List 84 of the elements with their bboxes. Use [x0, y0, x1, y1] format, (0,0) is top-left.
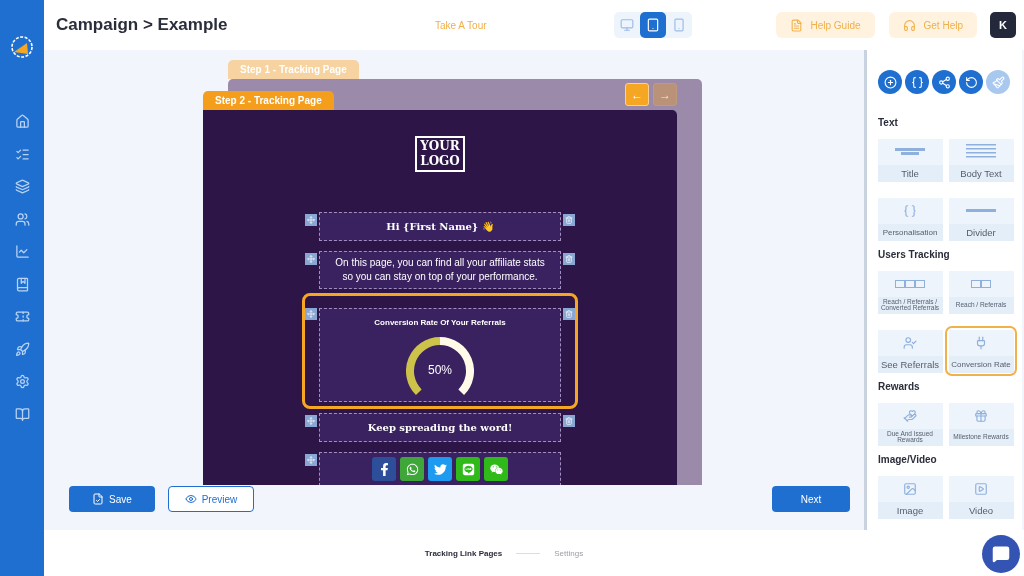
breadcrumb: Campaign > Example	[56, 15, 229, 35]
rocket-icon[interactable]	[14, 341, 30, 357]
home-icon[interactable]	[14, 114, 30, 129]
logo: YOUR LOGO	[415, 136, 465, 172]
widget-tile[interactable]: Conversion Rate	[945, 326, 1017, 376]
divider-icon	[966, 209, 996, 212]
list-icon[interactable]	[14, 146, 30, 162]
share-button[interactable]	[932, 70, 956, 94]
chat-icon	[992, 545, 1010, 563]
headset-icon	[902, 18, 916, 32]
move-icon	[307, 310, 315, 318]
progress-step: Tracking Link Pages	[424, 548, 503, 558]
cards-icon	[895, 279, 925, 288]
delete-handle[interactable]	[563, 308, 575, 320]
move-icon	[307, 255, 315, 263]
plug-icon	[974, 335, 988, 350]
file-check-icon	[92, 493, 105, 506]
move-handle[interactable]	[305, 454, 317, 466]
trash-icon	[565, 255, 573, 263]
facebook-icon[interactable]	[372, 457, 396, 481]
delete-handle[interactable]	[563, 415, 575, 427]
move-icon	[307, 216, 315, 224]
brush-icon	[991, 75, 1005, 89]
move-handle[interactable]	[305, 415, 317, 427]
preview-button[interactable]: Preview	[168, 486, 254, 513]
add-icon	[883, 75, 897, 89]
undo-button[interactable]	[959, 70, 983, 94]
title-block[interactable]: Hi {First Name} 👋	[319, 212, 561, 241]
settings-icon[interactable]	[14, 374, 30, 389]
megaphone-logo-icon[interactable]	[9, 34, 35, 60]
section-title: Rewards	[878, 381, 921, 392]
document-icon	[789, 18, 803, 32]
social-block[interactable]	[319, 452, 561, 486]
chart-icon[interactable]	[14, 244, 30, 259]
device-toggle[interactable]	[639, 12, 666, 38]
book-icon[interactable]	[14, 406, 30, 422]
undo-icon	[964, 75, 978, 89]
phone-icon	[671, 18, 686, 32]
trash-icon	[565, 216, 573, 224]
tablet-icon	[645, 18, 660, 32]
eye-icon	[184, 493, 197, 506]
title-block[interactable]: Keep spreading the word!	[319, 413, 561, 442]
share-icon	[937, 75, 951, 89]
twitter-icon[interactable]	[428, 457, 452, 481]
user-check-icon	[903, 335, 917, 350]
move-handle[interactable]	[305, 214, 317, 226]
whatsapp-icon[interactable]	[400, 457, 424, 481]
section-title: Image/Video	[878, 454, 938, 465]
gauge-block[interactable]: Conversion Rate Of Your Referrals 50%	[319, 308, 561, 402]
trash-icon	[565, 310, 573, 318]
add-button[interactable]	[878, 70, 902, 94]
delete-handle[interactable]	[563, 253, 575, 265]
monitor-icon	[619, 18, 634, 32]
text-block[interactable]: On this page, you can find all your affiliate stats so you can stay on top of your performance.	[319, 251, 561, 289]
progress-step: Settings	[554, 548, 584, 558]
gift-icon	[974, 408, 988, 423]
save-button[interactable]: Save	[69, 486, 155, 513]
gauge-reading: 50%	[427, 363, 453, 377]
section-title: Text	[878, 117, 899, 128]
move-handle[interactable]	[305, 253, 317, 265]
chat-button[interactable]	[982, 535, 1020, 573]
ticket-icon[interactable]	[14, 309, 30, 324]
braces-icon	[910, 75, 924, 89]
cards-icon	[971, 279, 991, 288]
move-icon	[307, 417, 315, 425]
lines-icon	[895, 147, 925, 156]
avatar[interactable]: K	[990, 12, 1016, 38]
braces-button[interactable]	[905, 70, 929, 94]
braces-icon	[903, 203, 917, 218]
section-title: Users Tracking	[878, 249, 951, 260]
gauge-title: Conversion Rate Of Your Referrals	[374, 318, 506, 327]
bookmark-icon[interactable]	[14, 276, 30, 292]
move-icon	[307, 456, 315, 464]
next-button[interactable]: Next	[772, 486, 850, 513]
wechat-icon[interactable]	[484, 457, 508, 481]
delete-handle[interactable]	[563, 214, 575, 226]
video-icon	[974, 481, 988, 496]
layers-icon[interactable]	[14, 179, 30, 194]
lines-icon	[966, 143, 996, 160]
image-icon	[903, 481, 917, 496]
trash-icon	[565, 417, 573, 425]
hands-icon	[903, 408, 917, 423]
move-handle[interactable]	[305, 308, 317, 320]
users-icon[interactable]	[14, 211, 30, 227]
